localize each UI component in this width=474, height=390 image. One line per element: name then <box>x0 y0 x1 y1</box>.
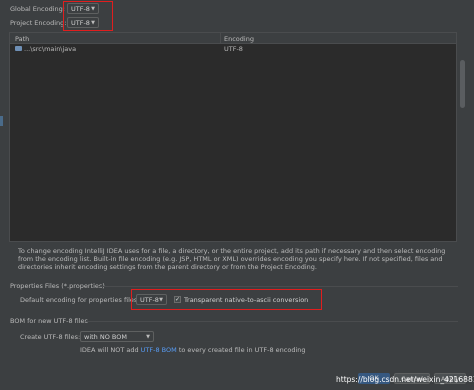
column-header-encoding[interactable]: Encoding <box>224 35 254 43</box>
table-row[interactable]: ...\src\main\java UTF-8 <box>10 45 456 54</box>
section-divider <box>86 321 458 322</box>
chevron-down-icon: ▼ <box>146 334 150 340</box>
help-text: To change encoding IntelliJ IDEA uses fo… <box>18 247 446 271</box>
project-encoding-label: Project Encoding: <box>10 19 67 27</box>
section-divider <box>98 286 458 287</box>
bom-note-prefix: IDEA will NOT add <box>80 346 139 354</box>
table-header: Path Encoding <box>10 33 456 44</box>
bom-note-suffix: to every created file in UTF-8 encoding <box>178 346 306 354</box>
highlight-box-encodings <box>63 1 113 31</box>
table-cell-path: ...\src\main\java <box>24 45 77 53</box>
properties-section-title: Properties Files (*.properties) <box>10 282 105 290</box>
encoding-table[interactable]: Path Encoding ...\src\main\java UTF-8 <box>9 32 457 242</box>
column-header-path[interactable]: Path <box>15 35 29 43</box>
folder-icon <box>15 46 22 51</box>
table-cell-encoding[interactable]: UTF-8 <box>224 45 243 53</box>
bom-create-label: Create UTF-8 files: <box>20 333 81 341</box>
bom-create-select[interactable]: with NO BOM ▼ <box>80 331 154 342</box>
watermark-text: https://blog.csdn.net/weixin_42168816 <box>336 375 474 384</box>
bom-note: IDEA will NOT add UTF-8 BOM to every cre… <box>80 346 306 354</box>
bom-create-value: with NO BOM <box>84 333 127 341</box>
table-scrollbar[interactable] <box>459 32 466 242</box>
global-encoding-label: Global Encoding: <box>10 5 65 13</box>
properties-default-label: Default encoding for properties files: <box>20 296 140 304</box>
bom-link[interactable]: UTF-8 BOM <box>141 346 177 354</box>
highlight-box-properties <box>131 289 322 310</box>
column-divider[interactable] <box>220 33 221 44</box>
scrollbar-thumb[interactable] <box>460 60 465 108</box>
bom-section-title: BOM for new UTF-8 files <box>10 317 88 325</box>
left-panel-accent <box>0 116 3 126</box>
